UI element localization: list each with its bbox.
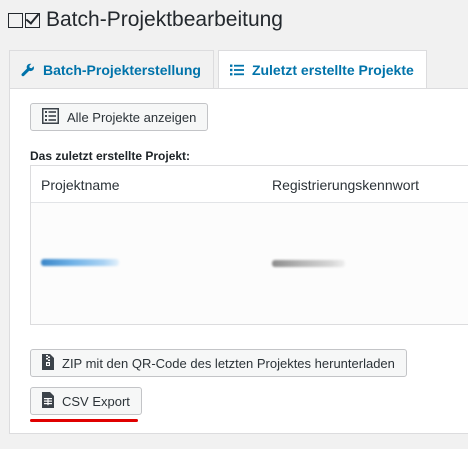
table-list-icon (42, 107, 59, 127)
tab-zuletzt-erstellte-projekte[interactable]: Zuletzt erstellte Projekte (217, 50, 427, 88)
tab-label: Batch-Projekterstellung (43, 61, 201, 78)
tab-panel: Alle Projekte anzeigen Das zuletzt erste… (9, 88, 468, 434)
last-project-table: Projektname Registrierungskennwort (30, 165, 468, 325)
download-zip-button[interactable]: ZIP mit den QR-Code des letzten Projekte… (30, 349, 407, 377)
tab-bar: Batch-Projekterstellung Zuletzt erstellt… (9, 50, 468, 88)
show-all-projects-button[interactable]: Alle Projekte anzeigen (30, 103, 209, 131)
title-checkbox-icons (8, 12, 40, 28)
list-icon (229, 64, 244, 76)
page-title: Batch-Projektbearbeitung (46, 8, 283, 31)
checked-checkbox-icon (25, 12, 40, 28)
redacted-password (272, 260, 345, 267)
page-header: Batch-Projektbearbeitung (8, 4, 283, 36)
wrench-icon (21, 63, 35, 77)
highlight-underline (30, 419, 138, 422)
zip-file-icon (42, 353, 54, 373)
section-label: Das zuletzt erstellte Projekt: (30, 149, 191, 163)
table-header-row: Projektname Registrierungskennwort (31, 166, 468, 203)
empty-checkbox-icon (8, 12, 23, 28)
tab-batch-projekterstellung[interactable]: Batch-Projekterstellung (9, 50, 214, 88)
show-all-projects-label: Alle Projekte anzeigen (67, 109, 197, 125)
csv-export-label: CSV Export (62, 393, 130, 409)
download-zip-label: ZIP mit den QR-Code des letzten Projekte… (62, 355, 395, 371)
csv-export-button[interactable]: CSV Export (30, 387, 142, 415)
tab-label: Zuletzt erstellte Projekte (251, 61, 414, 78)
redacted-project-name[interactable] (41, 259, 119, 266)
table-row (31, 203, 468, 324)
column-header-projektname: Projektname (41, 177, 120, 193)
spreadsheet-file-icon (42, 391, 54, 411)
column-header-kennwort: Registrierungskennwort (272, 177, 420, 193)
